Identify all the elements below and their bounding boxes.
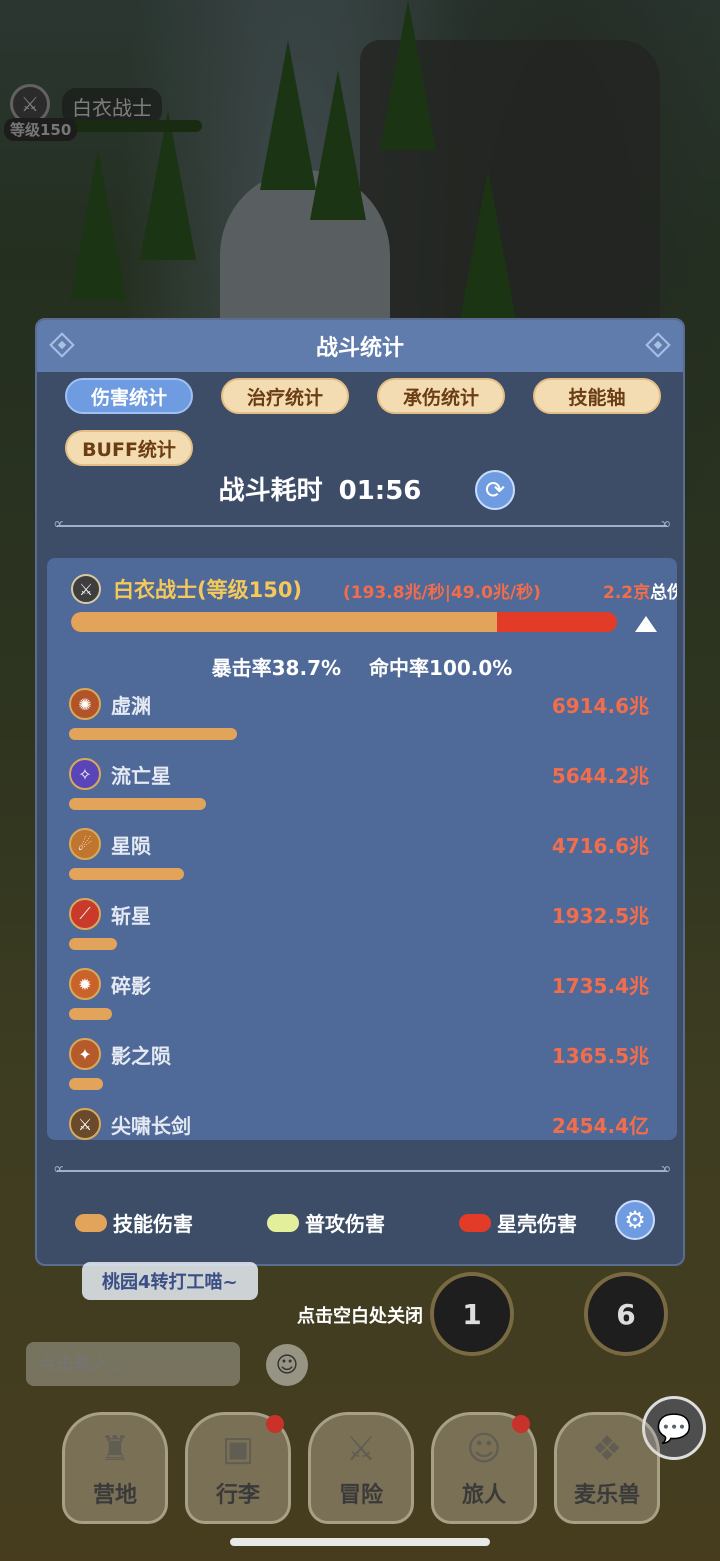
refresh-icon: ⟳ <box>484 476 506 504</box>
chat-message[interactable]: 桃园4转打工喵~ <box>82 1262 258 1300</box>
nav-pet[interactable]: ❖ 麦乐兽 <box>554 1412 660 1524</box>
skill-damage-bar <box>69 1078 103 1090</box>
emoji-button[interactable]: ☺ <box>266 1344 308 1386</box>
skill-damage-value: 5644.2兆 <box>551 764 649 788</box>
notification-badge <box>266 1415 284 1433</box>
swords-icon: ⚔ <box>345 1429 377 1469</box>
crit-rate: 暴击率38.7% <box>211 656 342 680</box>
chat-bubble-icon: 💬 <box>656 1411 692 1445</box>
total-damage-label: 总伤害 <box>650 583 677 603</box>
skill-damage-value: 1735.4兆 <box>551 974 649 998</box>
burst-icon: ✺ <box>69 688 101 720</box>
legend-label: 技能伤害 <box>113 1212 193 1236</box>
skill-damage-bar <box>69 798 206 810</box>
legend-label: 普攻伤害 <box>305 1212 385 1236</box>
fall-icon: ✦ <box>69 1038 101 1070</box>
combat-rates: 暴击率38.7% 命中率100.0% <box>47 652 677 681</box>
corner-ornament-icon <box>49 332 75 358</box>
skill-row[interactable]: ⟋ 斩星 1932.5兆 <box>69 898 649 968</box>
shatter-icon: ✹ <box>69 968 101 1000</box>
skill-row[interactable]: ✹ 碎影 1735.4兆 <box>69 968 649 1038</box>
chest-icon: ▣ <box>221 1429 255 1469</box>
total-damage: 2.2京总伤害 <box>603 578 677 603</box>
legend-skill-damage: 技能伤害 <box>75 1208 193 1237</box>
duration-value: 01:56 <box>338 476 422 506</box>
chat-input[interactable] <box>26 1342 240 1386</box>
nav-label: 旅人 <box>461 1483 506 1508</box>
skill-name: 虚渊 <box>111 694 151 718</box>
skill-row[interactable]: ☄ 星陨 4716.6兆 <box>69 828 649 898</box>
sword-icon: ⚔ <box>69 1108 101 1140</box>
legend-normal-damage: 普攻伤害 <box>267 1208 385 1237</box>
settings-button[interactable]: ⚙ <box>615 1200 655 1240</box>
skill-name: 流亡星 <box>111 764 171 788</box>
skill-name: 影之陨 <box>111 1044 171 1068</box>
skill-row[interactable]: ✧ 流亡星 5644.2兆 <box>69 758 649 828</box>
damage-per-second: (193.8兆/秒|49.0兆/秒) <box>343 583 541 603</box>
battle-duration: 战斗耗时 01:56 <box>37 470 683 507</box>
pet-icon: ❖ <box>591 1429 623 1469</box>
skill-damage-bar <box>69 1008 112 1020</box>
hero-icon: ☺ <box>466 1429 502 1469</box>
legend-swatch <box>75 1213 107 1232</box>
skill-damage-value: 6914.6兆 <box>551 694 649 718</box>
dialog-header: 战斗统计 <box>37 320 683 372</box>
damage-composition-bar <box>71 612 617 632</box>
legend-shell-damage: 星壳伤害 <box>459 1208 577 1237</box>
skill-damage-value: 1932.5兆 <box>551 904 649 928</box>
nav-label: 冒险 <box>338 1483 383 1508</box>
skill-name: 星陨 <box>111 834 151 858</box>
legend-swatch <box>267 1213 299 1232</box>
smiley-icon: ☺ <box>275 1352 299 1378</box>
duration-label: 战斗耗时 <box>218 476 323 506</box>
hit-rate: 命中率100.0% <box>369 656 513 680</box>
dialog-title: 战斗统计 <box>315 336 404 361</box>
tab-buff[interactable]: BUFF统计 <box>65 430 193 466</box>
divider <box>53 514 667 533</box>
star-icon: ✧ <box>69 758 101 790</box>
gear-icon: ⚙ <box>624 1206 646 1234</box>
corner-ornament-icon <box>645 332 671 358</box>
skill-name: 尖啸长剑 <box>111 1114 191 1138</box>
nav-chest[interactable]: ▣ 行李 <box>185 1412 291 1524</box>
skill-row[interactable]: ✦ 影之陨 1365.5兆 <box>69 1038 649 1108</box>
nav-label: 营地 <box>92 1483 137 1508</box>
skill-row[interactable]: ⚔ 尖啸长剑 2454.4亿 <box>69 1108 649 1140</box>
nav-hero[interactable]: ☺ 旅人 <box>431 1412 537 1524</box>
battle-stats-dialog: 战斗统计 伤害统计 治疗统计 承伤统计 技能轴 BUFF统计 战斗耗时 01:56… <box>35 318 685 1266</box>
castle-icon: ♜ <box>99 1429 131 1469</box>
home-indicator[interactable] <box>230 1538 490 1546</box>
legend-swatch <box>459 1213 491 1232</box>
legend-label: 星壳伤害 <box>497 1212 577 1236</box>
skill-damage-bar <box>69 938 117 950</box>
tab-damage[interactable]: 伤害统计 <box>65 378 193 414</box>
skill-damage-bar <box>69 868 184 880</box>
nav-castle[interactable]: ♜ 营地 <box>62 1412 168 1524</box>
skill-damage-value: 2454.4亿 <box>551 1114 649 1138</box>
skill-name: 斩星 <box>111 904 151 928</box>
tab-skill-timeline[interactable]: 技能轴 <box>533 378 661 414</box>
nav-swords[interactable]: ⚔ 冒险 <box>308 1412 414 1524</box>
skill-row[interactable]: ✺ 虚渊 6914.6兆 <box>69 688 649 758</box>
collapse-triangle-icon[interactable] <box>635 616 657 632</box>
notification-badge <box>512 1415 530 1433</box>
refresh-button[interactable]: ⟳ <box>475 470 515 510</box>
player-name-level: 白衣战士(等级150) <box>113 578 303 602</box>
close-hint: 点击空白处关闭 <box>297 1306 423 1327</box>
slash-icon: ⟋ <box>69 898 101 930</box>
nav-label: 麦乐兽 <box>573 1483 640 1508</box>
player-damage-panel: ⚔ 白衣战士(等级150) (193.8兆/秒|49.0兆/秒) 2.2京总伤害… <box>47 558 677 1140</box>
tab-healing[interactable]: 治疗统计 <box>221 378 349 414</box>
total-damage-value: 2.2京 <box>603 583 651 603</box>
tab-damage-taken[interactable]: 承伤统计 <box>377 378 505 414</box>
skill-damage-value: 1365.5兆 <box>551 1044 649 1068</box>
skill-damage-value: 4716.6兆 <box>551 834 649 858</box>
skill-damage-fill <box>71 612 497 632</box>
divider <box>53 1159 667 1178</box>
nav-label: 行李 <box>215 1483 260 1508</box>
sword-icon: ⚔ <box>71 574 101 604</box>
skill-damage-bar <box>69 728 237 740</box>
meteor-icon: ☄ <box>69 828 101 860</box>
skill-name: 碎影 <box>111 974 151 998</box>
